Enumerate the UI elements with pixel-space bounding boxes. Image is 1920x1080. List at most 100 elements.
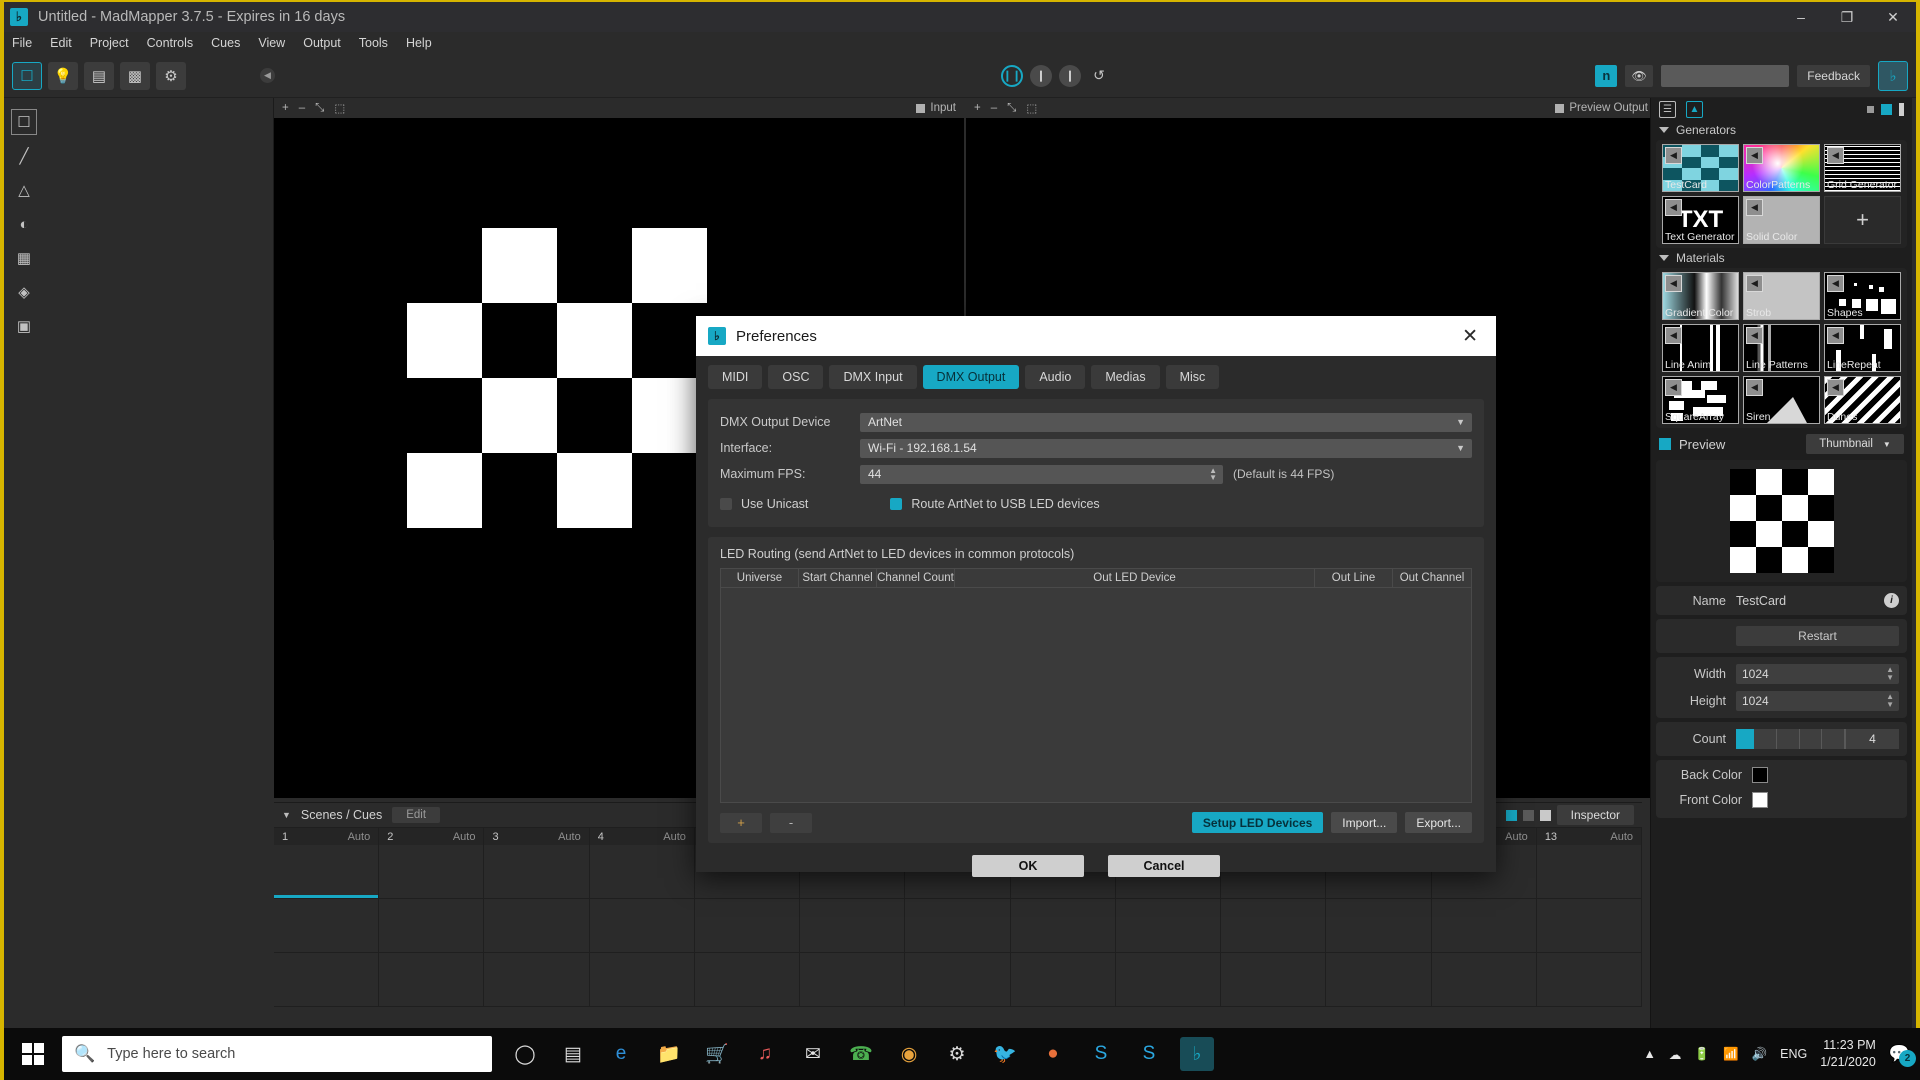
menu-item-edit[interactable]: Edit (50, 36, 72, 50)
mail-icon[interactable]: ✉ (796, 1037, 830, 1071)
eye-icon[interactable]: 👁 (1625, 64, 1654, 87)
thumb-linerepeat[interactable]: ◀ LineRepeat (1824, 324, 1901, 372)
tab-misc[interactable]: Misc (1165, 365, 1220, 389)
menu-item-cues[interactable]: Cues (211, 36, 240, 50)
preferences-close-button[interactable]: ✕ (1456, 325, 1484, 348)
play-arrow-icon[interactable]: ◀ (1827, 147, 1844, 164)
line-tool-icon[interactable]: ╱ (12, 144, 36, 168)
back-color-swatch[interactable] (1752, 767, 1768, 783)
close-button[interactable]: ✕ (1870, 2, 1916, 32)
mesh-tool-icon[interactable]: ◈ (12, 280, 36, 304)
count-slider[interactable]: 4 (1736, 729, 1899, 749)
triangle-tool-icon[interactable]: △ (12, 178, 36, 202)
battery-icon[interactable]: 🔋 (1694, 1047, 1710, 1062)
generators-section-header[interactable]: Generators (1651, 120, 1912, 140)
output-frame[interactable]: ⬚ (1026, 101, 1037, 115)
cue-cell[interactable] (905, 953, 1010, 1007)
cue-cell[interactable] (905, 899, 1010, 953)
cue-cell[interactable] (1431, 953, 1536, 1007)
menu-item-view[interactable]: View (258, 36, 285, 50)
thumb-siren[interactable]: ◀ Siren (1743, 376, 1820, 424)
input-frame[interactable]: ⬚ (334, 101, 345, 115)
cue-cell[interactable] (694, 899, 800, 953)
add-route-button[interactable]: + (720, 812, 762, 833)
output-zoom-out[interactable]: – (991, 102, 997, 114)
clock[interactable]: 11:23 PM 1/21/2020 (1820, 1037, 1876, 1071)
select-tool-icon[interactable]: ☐ (11, 109, 37, 135)
cancel-button[interactable]: Cancel (1108, 855, 1220, 877)
input-zoom-out[interactable]: – (299, 102, 305, 114)
stepper-icon[interactable]: ▲ ▼ (1886, 693, 1894, 709)
thumb-colorpatterns[interactable]: ◀ ColorPatterns (1743, 144, 1820, 192)
cue-cell[interactable] (1221, 953, 1326, 1007)
fixture-icon[interactable]: ▤ (84, 61, 114, 90)
chevron-up-icon[interactable]: ▲ (1644, 1047, 1656, 1061)
play-arrow-icon[interactable]: ◀ (1827, 327, 1844, 344)
cue-cell[interactable] (589, 845, 694, 899)
store-icon[interactable]: 🛒 (700, 1037, 734, 1071)
dmx-output-device-select[interactable]: ArtNet ▼ (860, 412, 1472, 432)
preview-mode-select[interactable]: Thumbnail ▼ (1806, 434, 1904, 454)
search-box[interactable]: 🔍 Type here to search (62, 1036, 492, 1072)
thumb-solid-color[interactable]: ◀ Solid Color (1743, 196, 1820, 244)
thumb-text-generator[interactable]: TXT ◀ Text Generator (1662, 196, 1739, 244)
thumb-grid-generator[interactable]: ◀ Grid Generator (1824, 144, 1901, 192)
cue-cell[interactable] (379, 953, 484, 1007)
play-arrow-icon[interactable]: ◀ (1746, 327, 1763, 344)
restart-button[interactable]: Restart (1736, 626, 1899, 646)
light-icon[interactable]: 💡 (48, 61, 78, 90)
width-input[interactable]: 1024 ▲ ▼ (1736, 664, 1899, 684)
column-header-universe[interactable]: Universe (721, 569, 799, 587)
edge-icon[interactable]: e (604, 1037, 638, 1071)
thumb-strob[interactable]: ◀ Strob (1743, 272, 1820, 320)
tab-dmx-input[interactable]: DMX Input (829, 365, 917, 389)
play-arrow-icon[interactable]: ◀ (1665, 379, 1682, 396)
setup-led-devices-button[interactable]: Setup LED Devices (1191, 812, 1324, 833)
minimize-button[interactable]: – (1778, 2, 1824, 32)
cue-cell[interactable] (274, 845, 379, 899)
cue-cell[interactable] (1326, 953, 1431, 1007)
output-zoom-in[interactable]: + (974, 102, 981, 114)
cue-cell[interactable] (1221, 899, 1326, 953)
white-bar-icon[interactable] (1899, 102, 1904, 116)
circle-tool-icon[interactable]: ◐ (12, 212, 36, 236)
cue-cell[interactable] (1536, 899, 1642, 953)
volume-icon[interactable]: 🔊 (1752, 1047, 1768, 1062)
settings-icon[interactable]: ⚙ (156, 61, 186, 90)
feedback-button[interactable]: Feedback (1797, 64, 1870, 87)
info-icon[interactable]: i (1884, 593, 1899, 608)
network-icon[interactable]: n (1595, 64, 1618, 87)
madmapper-logo-icon[interactable]: ♭ (1878, 60, 1908, 91)
start-button[interactable] (4, 1028, 62, 1080)
madmapper-icon[interactable]: ♭ (1180, 1037, 1214, 1071)
cue-cell[interactable] (1431, 899, 1536, 953)
thumb-shapes[interactable]: ◀ Shapes (1824, 272, 1901, 320)
cue-cell[interactable] (1536, 845, 1642, 899)
whatsapp-icon[interactable]: ☎ (844, 1037, 878, 1071)
thumb-line-anim[interactable]: ◀ Line Anim (1662, 324, 1739, 372)
stepper-icon[interactable]: ▲ ▼ (1209, 467, 1217, 482)
column-header-out-channel[interactable]: Out Channel (1393, 569, 1471, 587)
maximize-button[interactable]: ❐ (1824, 2, 1870, 32)
play-arrow-icon[interactable]: ◀ (1746, 199, 1763, 216)
play-arrow-icon[interactable]: ◀ (1665, 275, 1682, 292)
cue-column-header[interactable]: 1 Auto (274, 828, 380, 845)
menu-item-tools[interactable]: Tools (359, 36, 388, 50)
tab-dmx-output[interactable]: DMX Output (922, 365, 1020, 389)
cue-cell[interactable] (1536, 953, 1642, 1007)
cue-cell[interactable] (694, 953, 800, 1007)
input-zoom-in[interactable]: + (282, 102, 289, 114)
name-value[interactable]: TestCard (1736, 594, 1786, 608)
cue-cell[interactable] (484, 899, 589, 953)
small-square-icon[interactable] (1867, 105, 1874, 113)
cue-cell[interactable] (1115, 953, 1221, 1007)
play-arrow-icon[interactable]: ◀ (1665, 327, 1682, 344)
wifi-icon[interactable]: 📶 (1723, 1047, 1739, 1062)
tab-midi[interactable]: MIDI (708, 365, 763, 389)
stepper-icon[interactable]: ▲ ▼ (1886, 666, 1894, 682)
list-view-icon[interactable]: ☰ (1659, 100, 1676, 118)
export-button[interactable]: Export... (1405, 812, 1472, 833)
explorer-icon[interactable]: 📁 (652, 1037, 686, 1071)
media-view-icon[interactable]: ▲ (1686, 100, 1703, 118)
cue-cell[interactable] (274, 899, 379, 953)
